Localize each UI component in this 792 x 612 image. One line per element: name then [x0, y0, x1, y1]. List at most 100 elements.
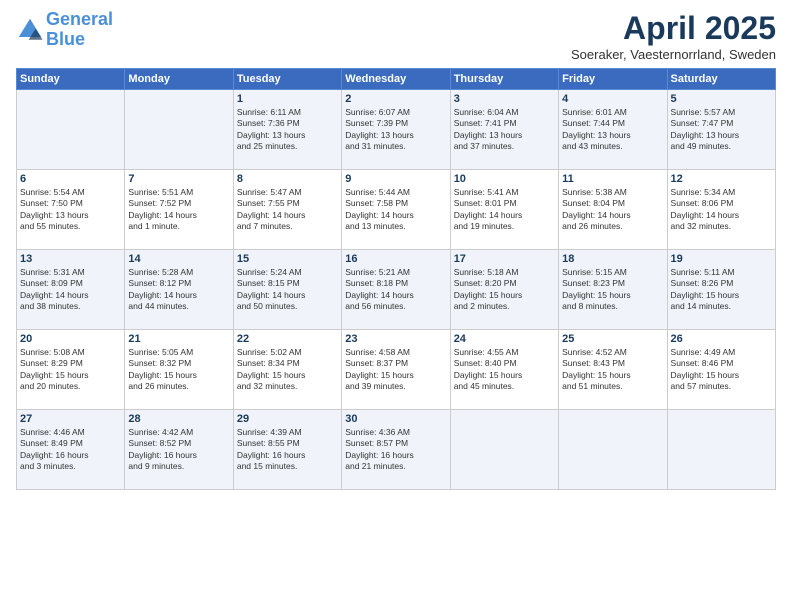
- col-monday: Monday: [125, 69, 233, 90]
- day-info: Sunrise: 4:39 AM Sunset: 8:55 PM Dayligh…: [237, 427, 338, 473]
- day-number: 18: [562, 253, 663, 265]
- table-row: [17, 90, 125, 170]
- day-number: 11: [562, 173, 663, 185]
- table-row: 15 Sunrise: 5:24 AM Sunset: 8:15 PM Dayli…: [233, 250, 341, 330]
- day-number: 13: [20, 253, 121, 265]
- col-saturday: Saturday: [667, 69, 775, 90]
- day-number: 12: [671, 173, 772, 185]
- day-number: 6: [20, 173, 121, 185]
- table-row: 23 Sunrise: 4:58 AM Sunset: 8:37 PM Dayli…: [342, 330, 450, 410]
- day-number: 8: [237, 173, 338, 185]
- day-info: Sunrise: 4:55 AM Sunset: 8:40 PM Dayligh…: [454, 347, 555, 393]
- table-row: [667, 410, 775, 490]
- logo: General Blue: [16, 10, 113, 50]
- day-info: Sunrise: 5:54 AM Sunset: 7:50 PM Dayligh…: [20, 187, 121, 233]
- title-block: April 2025 Soeraker, Vaesternorrland, Sw…: [571, 10, 776, 62]
- table-row: 24 Sunrise: 4:55 AM Sunset: 8:40 PM Dayli…: [450, 330, 558, 410]
- table-row: 8 Sunrise: 5:47 AM Sunset: 7:55 PM Daylig…: [233, 170, 341, 250]
- table-row: 30Sunrise: 4:36 AM Sunset: 8:57 PM Dayli…: [342, 410, 450, 490]
- day-number: 27: [20, 413, 121, 425]
- day-number: 30: [345, 413, 446, 425]
- day-info: Sunrise: 5:21 AM Sunset: 8:18 PM Dayligh…: [345, 267, 446, 313]
- day-info: Sunrise: 5:18 AM Sunset: 8:20 PM Dayligh…: [454, 267, 555, 313]
- day-info: Sunrise: 5:28 AM Sunset: 8:12 PM Dayligh…: [128, 267, 229, 313]
- day-info: Sunrise: 5:02 AM Sunset: 8:34 PM Dayligh…: [237, 347, 338, 393]
- col-wednesday: Wednesday: [342, 69, 450, 90]
- logo-text: General Blue: [46, 10, 113, 50]
- table-row: 7Sunrise: 5:51 AM Sunset: 7:52 PM Daylig…: [125, 170, 233, 250]
- page: General Blue April 2025 Soeraker, Vaeste…: [0, 0, 792, 612]
- logo-icon: [16, 16, 44, 44]
- day-info: Sunrise: 5:38 AM Sunset: 8:04 PM Dayligh…: [562, 187, 663, 233]
- day-number: 4: [562, 93, 663, 105]
- day-info: Sunrise: 5:57 AM Sunset: 7:47 PM Dayligh…: [671, 107, 772, 153]
- day-info: Sunrise: 5:08 AM Sunset: 8:29 PM Dayligh…: [20, 347, 121, 393]
- day-info: Sunrise: 6:11 AM Sunset: 7:36 PM Dayligh…: [237, 107, 338, 153]
- location-title: Soeraker, Vaesternorrland, Sweden: [571, 47, 776, 62]
- day-number: 17: [454, 253, 555, 265]
- day-info: Sunrise: 5:44 AM Sunset: 7:58 PM Dayligh…: [345, 187, 446, 233]
- day-number: 15: [237, 253, 338, 265]
- day-number: 24: [454, 333, 555, 345]
- day-info: Sunrise: 6:04 AM Sunset: 7:41 PM Dayligh…: [454, 107, 555, 153]
- calendar-table: Sunday Monday Tuesday Wednesday Thursday…: [16, 68, 776, 490]
- table-row: 17 Sunrise: 5:18 AM Sunset: 8:20 PM Dayli…: [450, 250, 558, 330]
- day-number: 5: [671, 93, 772, 105]
- table-row: 28 Sunrise: 4:42 AM Sunset: 8:52 PM Dayli…: [125, 410, 233, 490]
- month-title: April 2025: [571, 10, 776, 47]
- day-info: Sunrise: 5:47 AM Sunset: 7:55 PM Dayligh…: [237, 187, 338, 233]
- table-row: 25 Sunrise: 4:52 AM Sunset: 8:43 PM Dayli…: [559, 330, 667, 410]
- table-row: 26Sunrise: 4:49 AM Sunset: 8:46 PM Dayli…: [667, 330, 775, 410]
- table-row: 9 Sunrise: 5:44 AM Sunset: 7:58 PM Daylig…: [342, 170, 450, 250]
- table-row: [125, 90, 233, 170]
- calendar-header-row: Sunday Monday Tuesday Wednesday Thursday…: [17, 69, 776, 90]
- day-info: Sunrise: 5:31 AM Sunset: 8:09 PM Dayligh…: [20, 267, 121, 313]
- logo-blue: Blue: [46, 29, 85, 49]
- table-row: 21Sunrise: 5:05 AM Sunset: 8:32 PM Dayli…: [125, 330, 233, 410]
- day-number: 1: [237, 93, 338, 105]
- day-info: Sunrise: 5:11 AM Sunset: 8:26 PM Dayligh…: [671, 267, 772, 313]
- day-number: 28: [128, 413, 229, 425]
- day-number: 2: [345, 93, 446, 105]
- calendar-week-row: 1 Sunrise: 6:11 AM Sunset: 7:36 PM Daylig…: [17, 90, 776, 170]
- col-friday: Friday: [559, 69, 667, 90]
- day-info: Sunrise: 6:07 AM Sunset: 7:39 PM Dayligh…: [345, 107, 446, 153]
- col-tuesday: Tuesday: [233, 69, 341, 90]
- table-row: 29 Sunrise: 4:39 AM Sunset: 8:55 PM Dayli…: [233, 410, 341, 490]
- day-info: Sunrise: 4:58 AM Sunset: 8:37 PM Dayligh…: [345, 347, 446, 393]
- table-row: 12 Sunrise: 5:34 AM Sunset: 8:06 PM Dayli…: [667, 170, 775, 250]
- day-number: 9: [345, 173, 446, 185]
- day-info: Sunrise: 4:42 AM Sunset: 8:52 PM Dayligh…: [128, 427, 229, 473]
- day-info: Sunrise: 4:46 AM Sunset: 8:49 PM Dayligh…: [20, 427, 121, 473]
- table-row: 11 Sunrise: 5:38 AM Sunset: 8:04 PM Dayli…: [559, 170, 667, 250]
- day-info: Sunrise: 4:52 AM Sunset: 8:43 PM Dayligh…: [562, 347, 663, 393]
- table-row: [450, 410, 558, 490]
- day-number: 25: [562, 333, 663, 345]
- table-row: 14Sunrise: 5:28 AM Sunset: 8:12 PM Dayli…: [125, 250, 233, 330]
- table-row: 2 Sunrise: 6:07 AM Sunset: 7:39 PM Daylig…: [342, 90, 450, 170]
- day-number: 22: [237, 333, 338, 345]
- day-number: 21: [128, 333, 229, 345]
- table-row: 1 Sunrise: 6:11 AM Sunset: 7:36 PM Daylig…: [233, 90, 341, 170]
- table-row: [559, 410, 667, 490]
- table-row: 20 Sunrise: 5:08 AM Sunset: 8:29 PM Dayli…: [17, 330, 125, 410]
- day-number: 10: [454, 173, 555, 185]
- day-number: 20: [20, 333, 121, 345]
- day-info: Sunrise: 5:51 AM Sunset: 7:52 PM Dayligh…: [128, 187, 229, 233]
- table-row: 22 Sunrise: 5:02 AM Sunset: 8:34 PM Dayli…: [233, 330, 341, 410]
- day-number: 16: [345, 253, 446, 265]
- table-row: 3 Sunrise: 6:04 AM Sunset: 7:41 PM Daylig…: [450, 90, 558, 170]
- col-sunday: Sunday: [17, 69, 125, 90]
- calendar-week-row: 6 Sunrise: 5:54 AM Sunset: 7:50 PM Daylig…: [17, 170, 776, 250]
- calendar-week-row: 27 Sunrise: 4:46 AM Sunset: 8:49 PM Dayli…: [17, 410, 776, 490]
- table-row: 27 Sunrise: 4:46 AM Sunset: 8:49 PM Dayli…: [17, 410, 125, 490]
- calendar-week-row: 13 Sunrise: 5:31 AM Sunset: 8:09 PM Dayli…: [17, 250, 776, 330]
- day-number: 23: [345, 333, 446, 345]
- header: General Blue April 2025 Soeraker, Vaeste…: [16, 10, 776, 62]
- table-row: 16 Sunrise: 5:21 AM Sunset: 8:18 PM Dayli…: [342, 250, 450, 330]
- day-number: 29: [237, 413, 338, 425]
- day-info: Sunrise: 5:24 AM Sunset: 8:15 PM Dayligh…: [237, 267, 338, 313]
- logo-general: General: [46, 9, 113, 29]
- day-info: Sunrise: 5:34 AM Sunset: 8:06 PM Dayligh…: [671, 187, 772, 233]
- day-number: 3: [454, 93, 555, 105]
